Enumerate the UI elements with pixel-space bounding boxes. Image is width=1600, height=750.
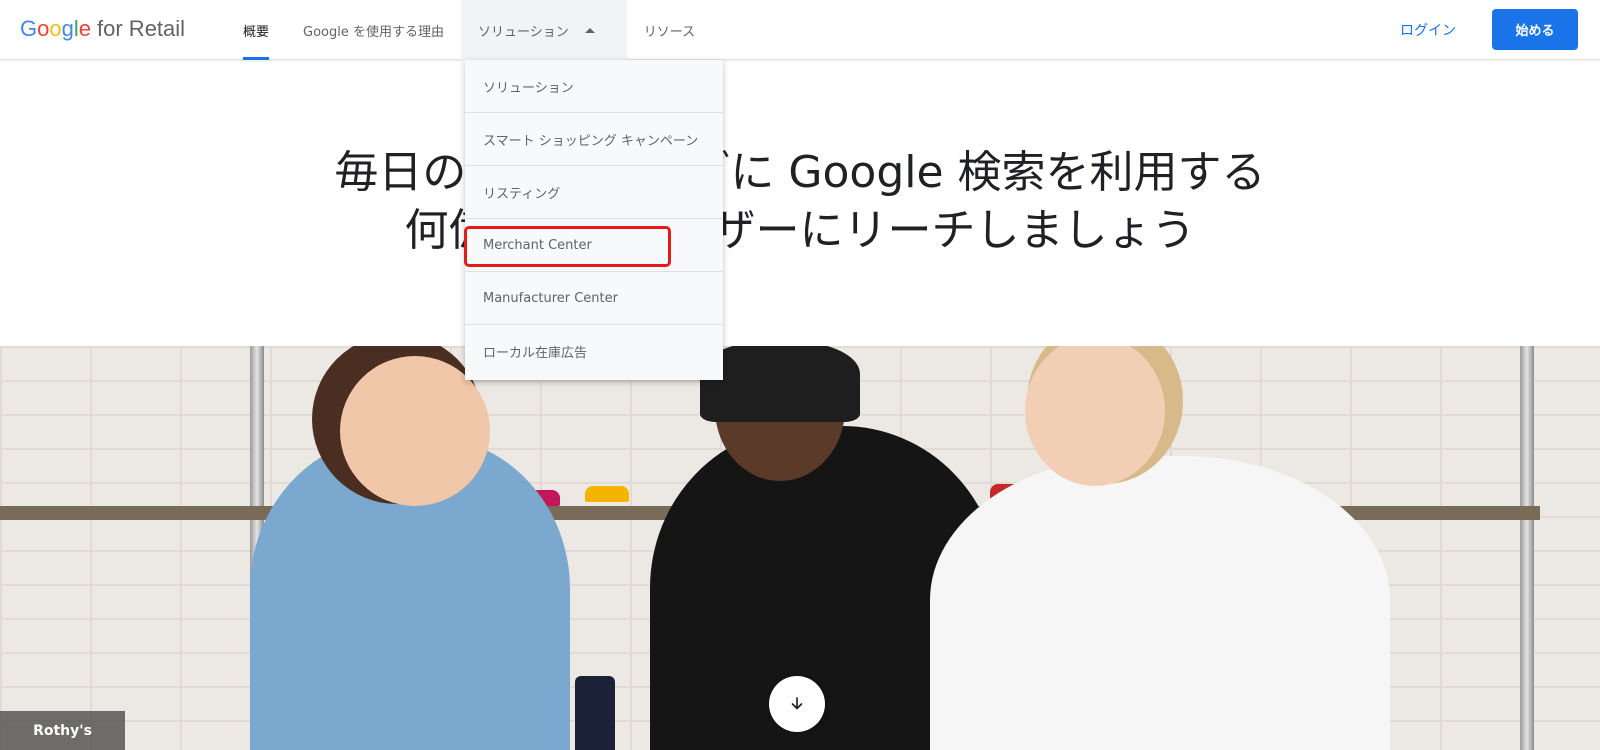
main-nav: 概要 Google を使用する理由 ソリューション リソース bbox=[226, 0, 712, 60]
menu-item-local-inventory-ads[interactable]: ローカル在庫広告 bbox=[465, 325, 723, 378]
nav-solutions-label: ソリューション bbox=[478, 24, 569, 40]
nav-why-google-label: Google を使用する理由 bbox=[303, 24, 444, 40]
arrow-down-icon bbox=[791, 697, 803, 710]
hero-title-line-1: 毎日のショッピングに Google 検索を利用する bbox=[334, 147, 1266, 198]
logo-google-wordmark: Google bbox=[20, 16, 92, 41]
nav-overview-label: 概要 bbox=[243, 24, 270, 40]
shoe-image bbox=[585, 486, 629, 502]
nav-solutions[interactable]: ソリューション bbox=[461, 0, 627, 60]
menu-item-label: Merchant Center bbox=[483, 237, 592, 253]
hero-title-line-2: 何億人ものユーザーにリーチしましょう bbox=[404, 205, 1196, 256]
menu-item-label: スマート ショッピング キャンペーン bbox=[483, 133, 699, 149]
photo-caption-text: Rothy's bbox=[33, 723, 92, 739]
hero-photo: Rothy's bbox=[0, 346, 1600, 750]
nav-resources-label: リソース bbox=[643, 24, 696, 40]
hero-section: 毎日のショッピングに Google 検索を利用する 何億人ものユーザーにリーチし… bbox=[0, 60, 1600, 346]
hero-title: 毎日のショッピングに Google 検索を利用する 何億人ものユーザーにリーチし… bbox=[0, 144, 1600, 260]
thread-spool bbox=[575, 676, 615, 750]
menu-item-label: リスティング bbox=[483, 186, 561, 202]
nav-overview[interactable]: 概要 bbox=[226, 0, 286, 60]
nav-why-google[interactable]: Google を使用する理由 bbox=[286, 0, 461, 60]
nav-resources[interactable]: リソース bbox=[627, 0, 712, 60]
scroll-down-button[interactable] bbox=[769, 676, 825, 732]
menu-item-label: ローカル在庫広告 bbox=[483, 346, 588, 361]
menu-item-listings[interactable]: リスティング bbox=[465, 166, 723, 219]
menu-item-label: Manufacturer Center bbox=[483, 290, 618, 306]
menu-item-manufacturer-center[interactable]: Manufacturer Center bbox=[465, 272, 723, 325]
logo-suffix: for Retail bbox=[97, 16, 186, 41]
google-for-retail-logo[interactable]: Google for Retail bbox=[20, 16, 185, 42]
get-started-button[interactable]: 始める bbox=[1492, 9, 1578, 50]
solutions-dropdown-menu: ソリューション スマート ショッピング キャンペーン リスティング Mercha… bbox=[465, 60, 723, 380]
person-white-sweater bbox=[930, 456, 1390, 750]
menu-item-merchant-center[interactable]: Merchant Center bbox=[465, 219, 723, 272]
photo-caption: Rothy's bbox=[0, 711, 125, 750]
menu-item-solutions[interactable]: ソリューション bbox=[465, 60, 723, 113]
beanie-hat bbox=[700, 346, 860, 422]
pipe-decoration bbox=[1520, 346, 1534, 750]
caret-up-icon bbox=[584, 27, 595, 33]
top-nav-bar: Google for Retail 概要 Google を使用する理由 ソリューシ… bbox=[0, 0, 1600, 60]
menu-item-label: ソリューション bbox=[483, 80, 574, 96]
login-link[interactable]: ログイン bbox=[1400, 20, 1456, 40]
menu-item-smart-shopping[interactable]: スマート ショッピング キャンペーン bbox=[465, 113, 723, 166]
